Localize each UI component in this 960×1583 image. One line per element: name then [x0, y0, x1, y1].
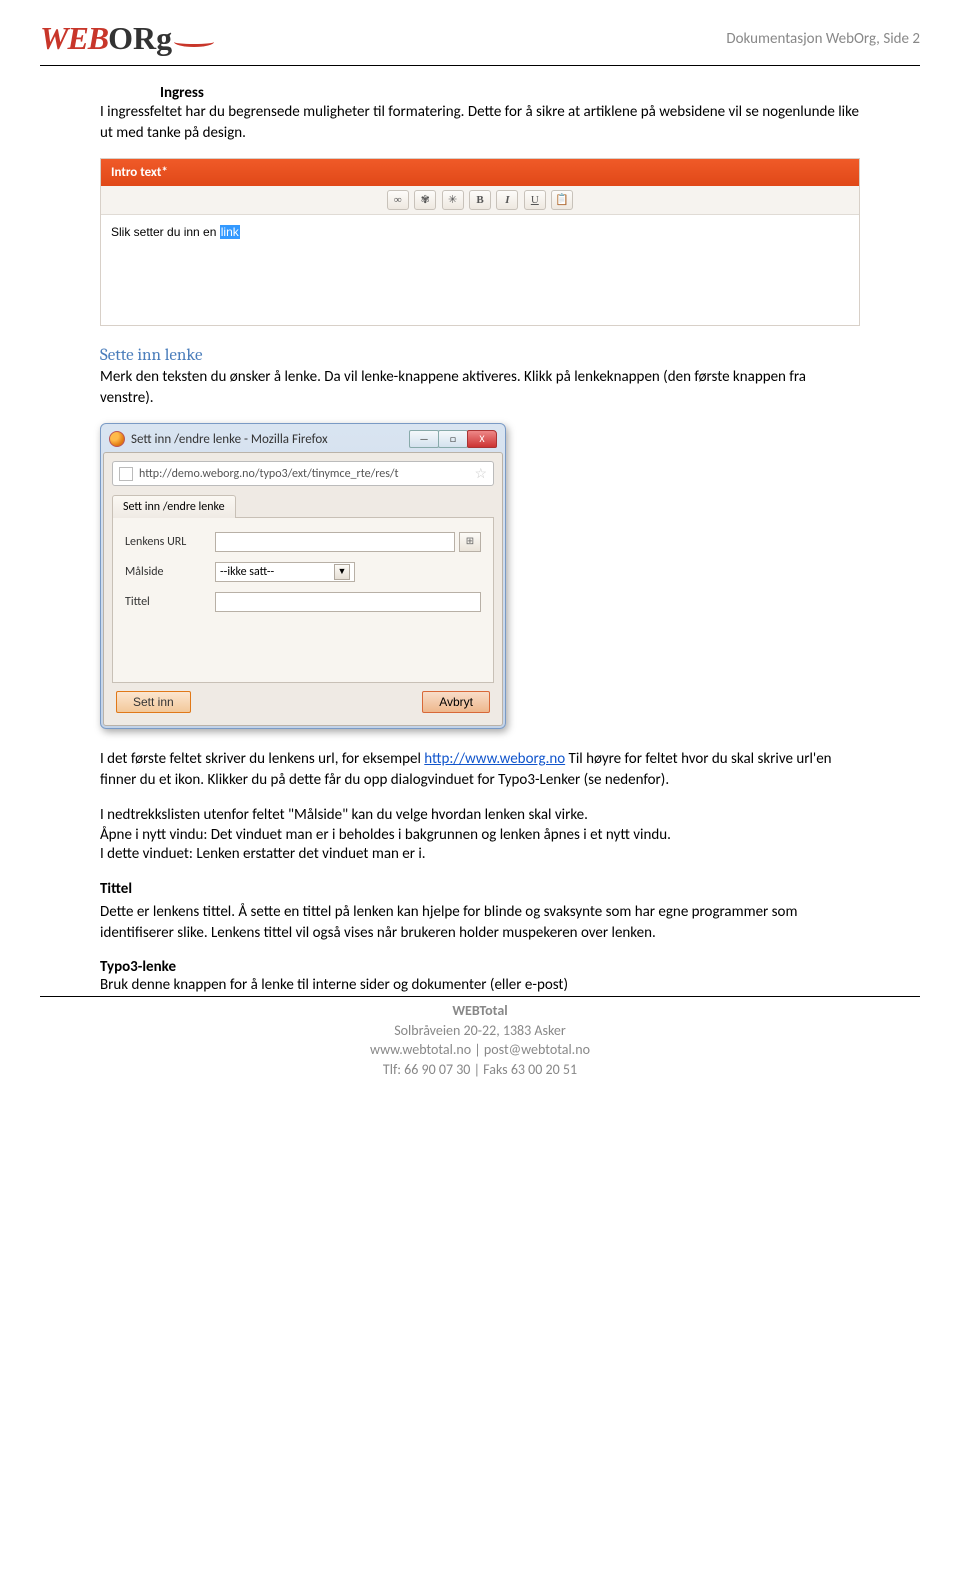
ingress-body: I ingressfeltet har du begrensede muligh…	[100, 102, 860, 144]
logo-swoosh-icon	[174, 37, 214, 47]
intro-text-editor: Intro text* ∞ ✾ ✳ B I U 📋 Slik setter du…	[100, 158, 860, 326]
logo-org: ORg	[108, 20, 172, 56]
footer-company: WEBTotal	[40, 1001, 920, 1021]
logo-web: WEB	[40, 20, 108, 56]
url-bar-text: http://demo.weborg.no/typo3/ext/tinymce_…	[139, 467, 399, 481]
sette-inn-lenke-heading: Sette inn lenke	[100, 346, 860, 365]
page-header: WEBORg Dokumentasjon WebOrg, Side 2	[40, 20, 920, 57]
editor-toolbar: ∞ ✾ ✳ B I U 📋	[101, 186, 859, 215]
row-url: Lenkens URL ⊞	[125, 532, 481, 552]
browse-button[interactable]: ⊞	[459, 532, 481, 552]
tittel-heading: Tittel	[100, 879, 860, 900]
browser-url-bar[interactable]: http://demo.weborg.no/typo3/ext/tinymce_…	[112, 461, 494, 486]
footer-address: Solbråveien 20-22, 1383 Asker	[40, 1021, 920, 1041]
row-title: Tittel	[125, 592, 481, 612]
ingress-heading: Ingress	[160, 84, 860, 102]
sette-inn-lenke-body: Merk den teksten du ønsker å lenke. Da v…	[100, 367, 860, 409]
dropdown-p2: I nedtrekkslisten utenfor feltet "Målsid…	[100, 805, 860, 826]
label-target: Målside	[125, 565, 215, 579]
cancel-button[interactable]: Avbryt	[422, 691, 490, 713]
anchor-icon[interactable]: ✳	[442, 190, 464, 210]
tab-insert-link[interactable]: Sett inn /endre lenke	[112, 495, 236, 518]
logo: WEBORg	[40, 20, 214, 57]
label-url: Lenkens URL	[125, 535, 215, 549]
tittel-body: Dette er lenkens tittel. Å sette en titt…	[100, 902, 860, 944]
example-url-link[interactable]: http://www.weborg.no	[424, 750, 565, 768]
typo3-body: Bruk denne knappen for å lenke til inter…	[100, 976, 860, 994]
bold-icon[interactable]: B	[469, 190, 491, 210]
unlink-icon[interactable]: ✾	[414, 190, 436, 210]
document-page-title: Dokumentasjon WebOrg, Side 2	[726, 30, 920, 48]
editor-selected-text: link	[220, 225, 240, 239]
footer-phone: Tlf: 66 90 07 30 | Faks 63 00 20 51	[40, 1060, 920, 1080]
dialog-titlebar: Sett inn /endre lenke - Mozilla Firefox …	[103, 426, 503, 452]
dropdown-p4: I dette vinduet: Lenken erstatter det vi…	[100, 844, 860, 865]
maximize-button[interactable]: □	[438, 430, 468, 448]
editor-body[interactable]: Slik setter du inn en link	[101, 215, 859, 325]
firefox-icon	[109, 431, 125, 447]
favorite-star-icon[interactable]: ☆	[474, 465, 487, 482]
label-title: Tittel	[125, 595, 215, 609]
editor-title: Intro text*	[101, 159, 859, 186]
underline-icon[interactable]: U	[524, 190, 546, 210]
page-icon	[119, 467, 133, 481]
link-dialog-window: Sett inn /endre lenke - Mozilla Firefox …	[100, 423, 506, 729]
footer: WEBTotal Solbråveien 20-22, 1383 Asker w…	[40, 1001, 920, 1079]
italic-icon[interactable]: I	[496, 190, 518, 210]
window-buttons: — □ X	[410, 430, 497, 448]
p1-pre: I det første feltet skriver du lenkens u…	[100, 750, 424, 768]
footer-divider	[40, 996, 920, 997]
first-field-p1: I det første feltet skriver du lenkens u…	[100, 749, 860, 791]
tab-panel: Lenkens URL ⊞ Målside --ikke satt-- ▼	[112, 517, 494, 683]
minimize-button[interactable]: —	[409, 430, 439, 448]
target-select[interactable]: --ikke satt-- ▼	[215, 562, 355, 582]
content-area: Ingress I ingressfeltet har du begrensed…	[40, 84, 920, 994]
row-target: Målside --ikke satt-- ▼	[125, 562, 481, 582]
typo3-heading: Typo3-lenke	[100, 958, 860, 976]
url-input[interactable]	[215, 532, 455, 552]
footer-contact: www.webtotal.no | post@webtotal.no	[40, 1040, 920, 1060]
tab-area: Sett inn /endre lenke Lenkens URL ⊞ Måls…	[112, 494, 494, 683]
paste-icon[interactable]: 📋	[551, 190, 573, 210]
insert-button[interactable]: Sett inn	[116, 691, 191, 713]
header-divider	[40, 65, 920, 66]
dialog-title: Sett inn /endre lenke - Mozilla Firefox	[131, 432, 328, 447]
chevron-down-icon: ▼	[334, 564, 350, 580]
dialog-buttons: Sett inn Avbryt	[112, 683, 494, 717]
link-icon[interactable]: ∞	[387, 190, 409, 210]
dropdown-p3: Åpne i nytt vindu: Det vinduet man er i …	[100, 826, 860, 844]
close-button[interactable]: X	[467, 430, 497, 448]
target-value: --ikke satt--	[220, 565, 274, 579]
editor-sample-text: Slik setter du inn en	[111, 225, 220, 239]
title-input[interactable]	[215, 592, 481, 612]
dialog-body: http://demo.weborg.no/typo3/ext/tinymce_…	[103, 452, 503, 726]
